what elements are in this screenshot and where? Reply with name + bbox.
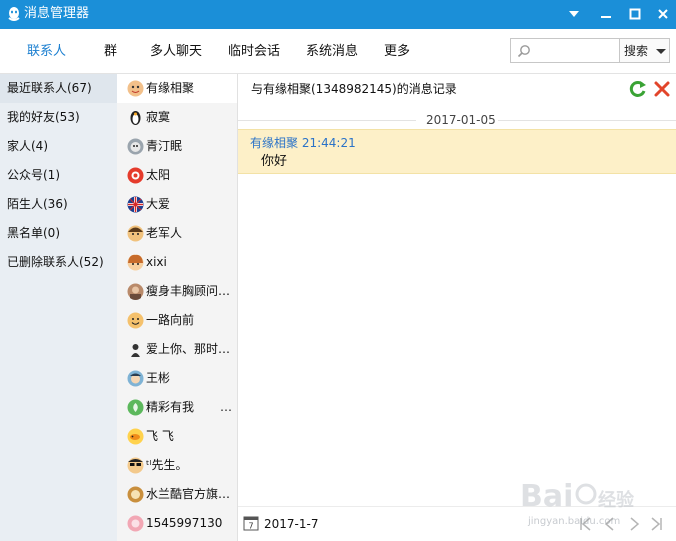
contact-item[interactable]: 有缘相聚 bbox=[117, 74, 237, 103]
delete-icon[interactable] bbox=[652, 79, 672, 99]
contact-name: 太阳 bbox=[146, 168, 171, 182]
silhouette-avatar-icon bbox=[127, 341, 144, 358]
svg-text:经验: 经验 bbox=[598, 489, 635, 511]
category-my-friends[interactable]: 我的好友(53) bbox=[0, 103, 117, 132]
minimize-icon bbox=[601, 16, 611, 18]
chevron-down-icon[interactable] bbox=[656, 49, 666, 54]
category-blacklist[interactable]: 黑名单(0) bbox=[0, 219, 117, 248]
message-item[interactable]: 有缘相聚 21:44:21 你好 bbox=[238, 129, 676, 174]
tab-temp-session[interactable]: 临时会话 bbox=[228, 43, 280, 61]
search-box bbox=[510, 38, 620, 63]
calendar-day: 7 bbox=[248, 522, 253, 531]
message-text: 你好 bbox=[261, 154, 288, 169]
tab-more[interactable]: 更多 bbox=[384, 43, 410, 61]
contact-name: xixi bbox=[146, 255, 167, 269]
contact-item[interactable]: 精彩有我 … bbox=[117, 393, 237, 422]
date-separator: 2017-01-05 bbox=[238, 112, 676, 128]
category-recent-contacts[interactable]: 最近联系人(67) bbox=[0, 74, 117, 103]
category-family[interactable]: 家人(4) bbox=[0, 132, 117, 161]
close-button[interactable] bbox=[652, 4, 674, 24]
contact-name: 水兰酷官方旗… bbox=[146, 487, 231, 501]
contact-item[interactable]: ᵗˡ先生。 bbox=[117, 451, 237, 480]
boy-face-avatar-icon bbox=[127, 225, 144, 242]
contact-item[interactable]: 太阳 bbox=[117, 161, 237, 190]
refresh-icon[interactable] bbox=[628, 79, 648, 99]
contact-name: 爱上你、那时… bbox=[146, 342, 231, 356]
calendar-icon[interactable]: 7 bbox=[243, 515, 259, 531]
search-icon bbox=[517, 45, 530, 58]
category-deleted-contacts[interactable]: 已删除联系人(52) bbox=[0, 248, 117, 277]
contact-name: 飞 飞 bbox=[146, 429, 174, 443]
cartoon-man-avatar-icon bbox=[127, 370, 144, 387]
category-strangers[interactable]: 陌生人(36) bbox=[0, 190, 117, 219]
search-button[interactable]: 搜索 bbox=[620, 38, 670, 63]
red-sun-avatar-icon bbox=[127, 167, 144, 184]
tab-system-messages[interactable]: 系统消息 bbox=[306, 43, 358, 61]
contact-list: 有缘相聚 寂寞 青汀眠 太阳 大爱 老军人 xixi 瘦身丰胸顾问… 一路向前 … bbox=[117, 74, 238, 541]
minimize-button[interactable] bbox=[595, 4, 617, 24]
tab-groups[interactable]: 群 bbox=[104, 43, 117, 61]
window-title: 消息管理器 bbox=[24, 6, 90, 21]
contact-name: 一路向前 bbox=[146, 313, 195, 327]
search-button-label: 搜索 bbox=[624, 44, 649, 58]
contact-item[interactable]: 老军人 bbox=[117, 219, 237, 248]
contact-item[interactable]: 爱上你、那时… bbox=[117, 335, 237, 364]
menu-dropdown-button[interactable] bbox=[563, 4, 585, 24]
contact-item[interactable]: 飞 飞 bbox=[117, 422, 237, 451]
photo-avatar-icon bbox=[127, 283, 144, 300]
chevron-down-icon bbox=[569, 11, 579, 17]
maximize-icon bbox=[629, 8, 641, 20]
selected-date[interactable]: 2017-1-7 bbox=[264, 516, 318, 532]
contact-item[interactable]: 水兰酷官方旗… bbox=[117, 480, 237, 509]
contact-name: 瘦身丰胸顾问… bbox=[146, 284, 231, 298]
cartoon-face-avatar-icon bbox=[127, 80, 144, 97]
girl-face-avatar-icon bbox=[127, 254, 144, 271]
contact-item[interactable]: 王彬 bbox=[117, 364, 237, 393]
contact-item[interactable]: 大爱 bbox=[117, 190, 237, 219]
contact-name: 大爱 bbox=[146, 197, 171, 211]
dog-avatar-icon bbox=[127, 138, 144, 155]
tab-contacts[interactable]: 联系人 bbox=[27, 43, 66, 61]
contact-item[interactable]: 一路向前 bbox=[117, 306, 237, 335]
date-separator-text: 2017-01-05 bbox=[426, 113, 496, 127]
svg-text:Bai: Bai bbox=[520, 479, 573, 514]
contact-name: 老军人 bbox=[146, 226, 183, 240]
category-sidebar: 最近联系人(67) 我的好友(53) 家人(4) 公众号(1) 陌生人(36) … bbox=[0, 74, 117, 541]
brand-avatar-icon bbox=[127, 486, 144, 503]
contact-name: 寂寞 bbox=[146, 110, 171, 124]
contact-item[interactable]: 瘦身丰胸顾问… bbox=[117, 277, 237, 306]
contact-item[interactable]: 寂寞 bbox=[117, 103, 237, 132]
smiley-avatar-icon bbox=[127, 312, 144, 329]
contact-name: 1545997130 bbox=[146, 516, 223, 530]
sunglasses-avatar-icon bbox=[127, 457, 144, 474]
pink-avatar-icon bbox=[127, 515, 144, 532]
contact-extra: … bbox=[220, 400, 232, 414]
message-history-title: 与有缘相聚(1348982145)的消息记录 bbox=[251, 82, 457, 96]
contact-item[interactable]: 青汀眠 bbox=[117, 132, 237, 161]
contact-name: 王彬 bbox=[146, 371, 171, 385]
contact-item[interactable]: xixi bbox=[117, 248, 237, 277]
contact-name: ᵗˡ先生。 bbox=[146, 458, 188, 472]
yellow-fish-avatar-icon bbox=[127, 428, 144, 445]
message-sender-time: 有缘相聚 21:44:21 bbox=[250, 136, 356, 150]
maximize-button[interactable] bbox=[624, 4, 646, 24]
title-bar: 消息管理器 bbox=[0, 0, 676, 29]
search-input[interactable] bbox=[535, 41, 617, 60]
close-icon bbox=[658, 9, 668, 19]
nav-bar: 联系人 群 多人聊天 临时会话 系统消息 更多 搜索 bbox=[0, 29, 676, 74]
watermark-url: jingyan.baidu.com bbox=[528, 516, 621, 527]
penguin-avatar-icon bbox=[130, 111, 141, 125]
union-jack-avatar-icon bbox=[127, 196, 144, 213]
contact-item[interactable]: 1545997130 bbox=[117, 509, 237, 538]
green-leaf-avatar-icon bbox=[127, 399, 144, 416]
category-official-accounts[interactable]: 公众号(1) bbox=[0, 161, 117, 190]
qq-penguin-icon bbox=[8, 7, 20, 21]
contact-name: 有缘相聚 bbox=[146, 81, 195, 95]
tab-multi-chat[interactable]: 多人聊天 bbox=[150, 43, 202, 61]
contact-name: 青汀眠 bbox=[146, 139, 183, 153]
